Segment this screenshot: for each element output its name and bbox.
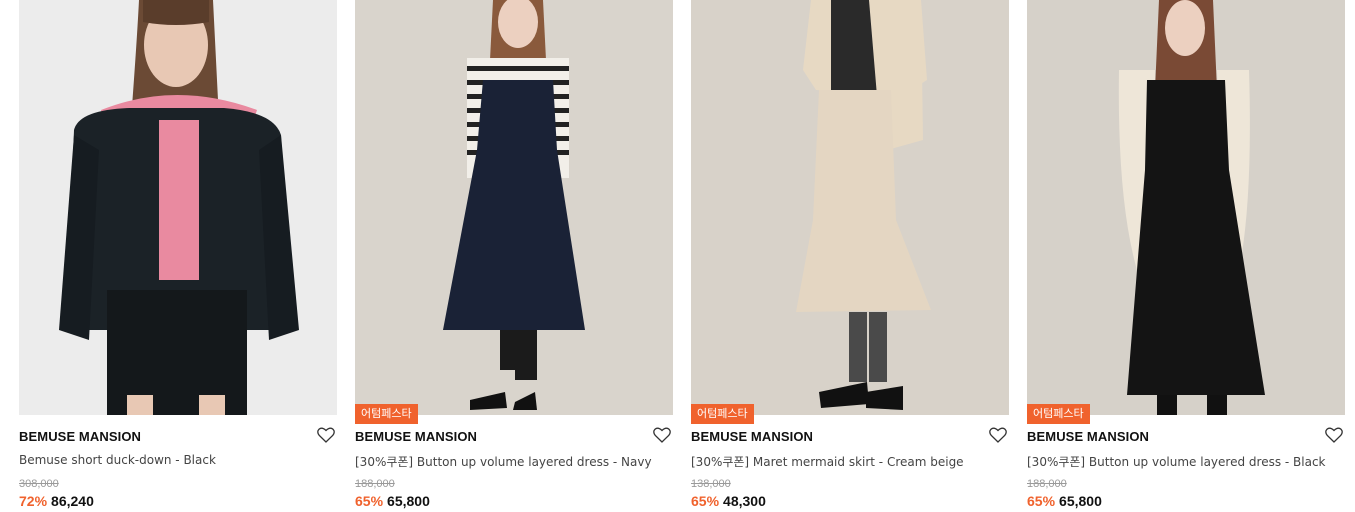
product-card[interactable]: 어텀페스타 BEMUSE MANSION [30%쿠폰] Button up v… — [355, 0, 673, 512]
original-price: 138,000 — [691, 478, 731, 490]
sale-price: 65,800 — [1059, 493, 1102, 509]
promo-badge: 어텀페스타 — [691, 404, 754, 424]
discount-rate: 65% — [355, 493, 384, 509]
original-price: 188,000 — [355, 478, 395, 490]
product-card[interactable]: BEMUSE MANSION Bemuse short duck-down - … — [19, 0, 337, 512]
product-card[interactable]: 어텀페스타 BEMUSE MANSION [30%쿠폰] Button up v… — [1027, 0, 1345, 512]
heart-outline-icon[interactable] — [653, 427, 671, 443]
product-name[interactable]: [30%쿠폰] Button up volume layered dress -… — [355, 453, 655, 470]
brand-name[interactable]: BEMUSE MANSION — [19, 429, 141, 444]
sale-price-row: 65% 65,800 — [355, 493, 430, 509]
sale-price: 65,800 — [387, 493, 430, 509]
product-name[interactable]: [30%쿠폰] Maret mermaid skirt - Cream beig… — [691, 453, 991, 470]
brand-name[interactable]: BEMUSE MANSION — [355, 429, 477, 444]
promo-badge: 어텀페스타 — [1027, 404, 1090, 424]
sale-price-row: 72% 86,240 — [19, 493, 94, 509]
brand-name[interactable]: BEMUSE MANSION — [1027, 429, 1149, 444]
promo-badge: 어텀페스타 — [355, 404, 418, 424]
product-image[interactable] — [691, 0, 1009, 415]
product-grid: BEMUSE MANSION Bemuse short duck-down - … — [0, 0, 1355, 512]
product-card[interactable]: 어텀페스타 BEMUSE MANSION [30%쿠폰] Maret merma… — [691, 0, 1009, 512]
discount-rate: 65% — [1027, 493, 1056, 509]
sale-price: 48,300 — [723, 493, 766, 509]
product-name[interactable]: Bemuse short duck-down - Black — [19, 453, 319, 467]
heart-outline-icon[interactable] — [317, 427, 335, 443]
brand-name[interactable]: BEMUSE MANSION — [691, 429, 813, 444]
sale-price: 86,240 — [51, 493, 94, 509]
discount-rate: 65% — [691, 493, 720, 509]
heart-outline-icon[interactable] — [989, 427, 1007, 443]
product-image[interactable] — [19, 0, 337, 415]
product-image[interactable] — [355, 0, 673, 415]
sale-price-row: 65% 65,800 — [1027, 493, 1102, 509]
discount-rate: 72% — [19, 493, 48, 509]
product-image[interactable] — [1027, 0, 1345, 415]
product-name[interactable]: [30%쿠폰] Button up volume layered dress -… — [1027, 453, 1327, 470]
original-price: 308,000 — [19, 478, 59, 490]
sale-price-row: 65% 48,300 — [691, 493, 766, 509]
heart-outline-icon[interactable] — [1325, 427, 1343, 443]
original-price: 188,000 — [1027, 478, 1067, 490]
